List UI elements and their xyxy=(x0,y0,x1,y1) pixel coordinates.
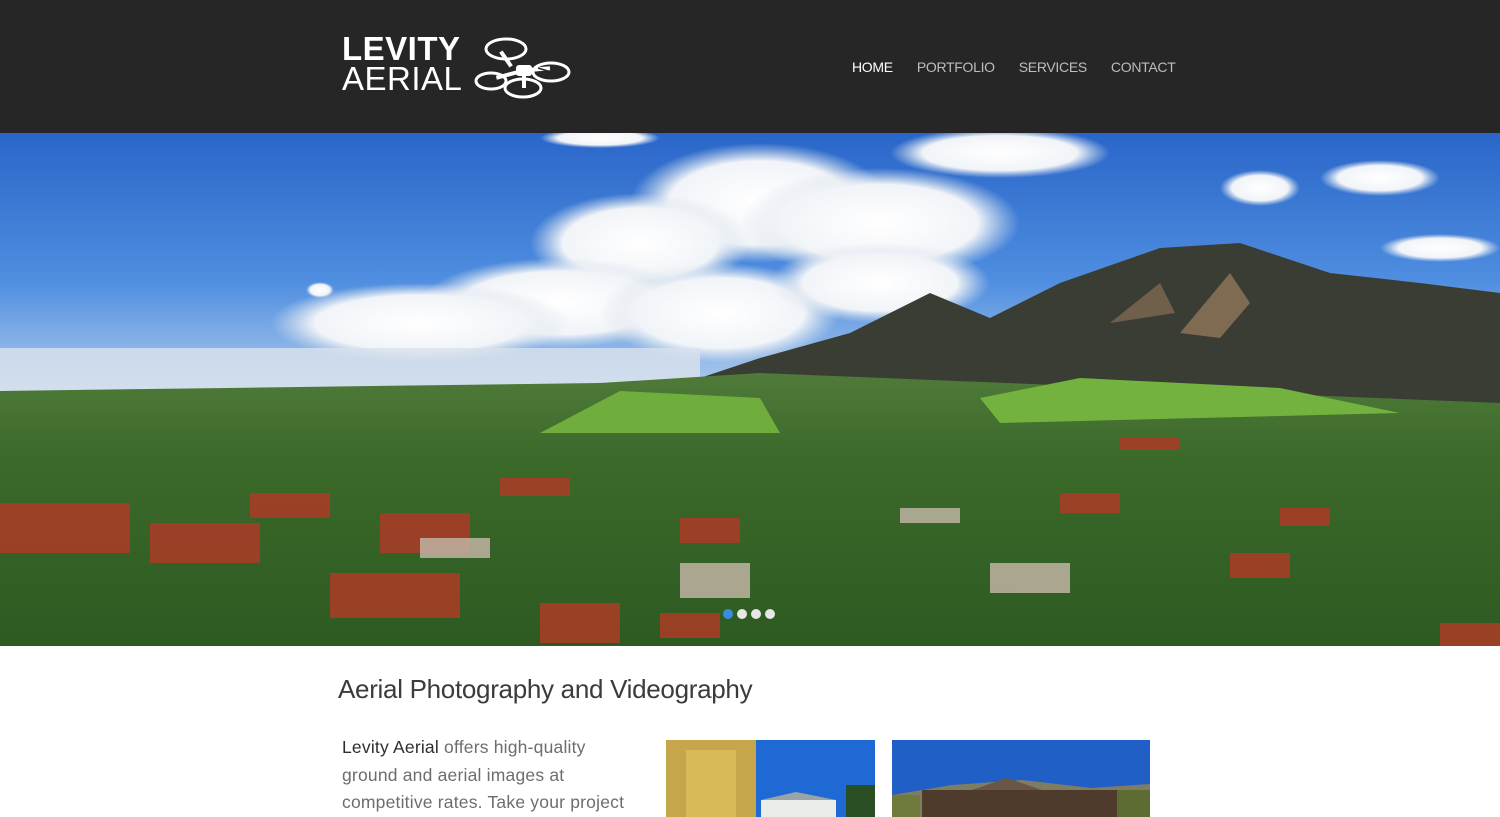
nav-portfolio[interactable]: PORTFOLIO xyxy=(905,56,1007,78)
portfolio-thumbnail-house[interactable] xyxy=(666,740,875,817)
slide-dot-2[interactable] xyxy=(737,609,747,619)
intro-line-1: offers high-quality xyxy=(438,737,586,757)
slide-dot-4[interactable] xyxy=(765,609,775,619)
levity-aerial-logo[interactable]: LEVITY AERIAL xyxy=(342,32,574,100)
nav-home[interactable]: HOME xyxy=(840,56,905,78)
nav-services[interactable]: SERVICES xyxy=(1007,56,1099,78)
intro-brand: Levity Aerial xyxy=(342,737,439,757)
hero-landscape-image xyxy=(0,133,1500,646)
slide-indicators xyxy=(723,609,775,619)
portfolio-thumbnail-lodge[interactable] xyxy=(892,740,1150,817)
page-title: Aerial Photography and Videography xyxy=(338,674,753,704)
slide-dot-3[interactable] xyxy=(751,609,761,619)
house-photo xyxy=(666,740,875,817)
lodge-photo xyxy=(892,740,1150,817)
logo-line-2: AERIAL xyxy=(342,60,463,97)
intro-paragraph: Levity Aerial offers high-quality ground … xyxy=(342,734,642,817)
slide-dot-1[interactable] xyxy=(723,609,733,619)
site-header: LEVITY AERIAL HOME PORTFOLIO SERVICES CO… xyxy=(0,0,1500,133)
nav-contact[interactable]: CONTACT xyxy=(1099,56,1188,78)
drone-icon xyxy=(474,37,571,99)
intro-line-2: ground and aerial images at xyxy=(342,764,565,785)
intro-line-3: competitive rates. Take your project xyxy=(342,792,625,812)
main-nav: HOME PORTFOLIO SERVICES CONTACT xyxy=(840,56,1187,78)
hero-slideshow[interactable] xyxy=(0,133,1500,646)
